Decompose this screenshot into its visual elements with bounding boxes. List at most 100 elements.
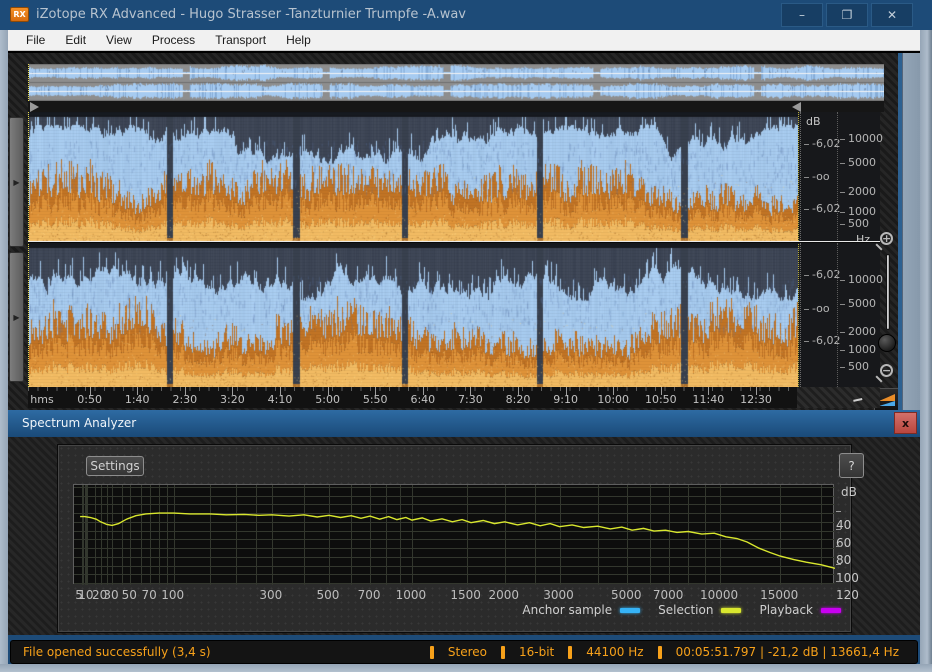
time-tick-label: 3:20 — [220, 393, 245, 406]
zoom-out-icon[interactable]: − — [880, 364, 893, 377]
window-frame-bottom — [0, 664, 932, 672]
spectrum-y-tick-label: 120 — [836, 574, 859, 602]
db-tick-label: -6,02 — [804, 268, 840, 281]
legend-item: Selection — [658, 603, 741, 617]
scales-channel-right[interactable]: -6,02-oo-6,02 10000500020001000500 — [800, 243, 880, 387]
maximize-button[interactable]: ❐ — [826, 3, 868, 27]
menu-item-transport[interactable]: Transport — [205, 31, 276, 49]
window-frame-left — [0, 30, 8, 672]
spectrum-x-tick-label: 1500 — [450, 588, 481, 602]
freq-tick-label: 500 — [840, 360, 869, 373]
settings-button[interactable]: Settings — [86, 456, 144, 476]
spectrum-plot — [73, 484, 834, 584]
spectrum-x-tick-label: 300 — [259, 588, 282, 602]
marker-row[interactable] — [28, 101, 884, 112]
spectrum-legend: Anchor sample Selection Playback — [522, 603, 841, 617]
menu-item-view[interactable]: View — [96, 31, 142, 49]
freq-tick-label: 5000 — [840, 156, 876, 169]
channel-tab-left[interactable]: ▶ — [9, 117, 24, 247]
channel-tab-right[interactable]: ▶ — [9, 252, 24, 382]
legend-label: Playback — [759, 603, 813, 617]
legend-item: Anchor sample — [522, 603, 640, 617]
spectrum-analyzer-body: Settings ? dB 406080100120 5102030507010… — [8, 437, 920, 635]
legend-item: Playback — [759, 603, 841, 617]
spectrum-x-tick-label: 700 — [358, 588, 381, 602]
legend-swatch — [821, 608, 841, 613]
time-ruler[interactable]: hms0:501:402:303:204:105:005:506:407:308… — [28, 387, 797, 408]
play-marker-icon[interactable] — [30, 102, 39, 112]
db-tick-label: -oo — [804, 302, 830, 315]
editor-scrollbar[interactable] — [902, 53, 920, 412]
menu-item-help[interactable]: Help — [276, 31, 321, 49]
spectrum-x-tick-label: 7000 — [653, 588, 684, 602]
channel-divider — [28, 241, 880, 242]
db-tick-label: -6,02 — [804, 137, 840, 150]
db-tick-label: -6,02 — [804, 202, 840, 215]
ruler-end-area — [797, 387, 880, 408]
spectrum-analyzer-close-button[interactable]: x — [894, 412, 917, 434]
zoom-slider-knob[interactable] — [878, 334, 896, 352]
freq-tick-label: 2000 — [840, 325, 876, 338]
db-scale-left[interactable]: -6,02 -oo -6,02 — [801, 112, 837, 242]
spectrum-x-tick-label: 100 — [161, 588, 184, 602]
status-separator — [501, 646, 505, 659]
status-field: 00:05:51.797 | -21,2 dB | 13661,4 Hz — [676, 645, 899, 659]
app-icon: RX — [10, 7, 29, 22]
time-tick-label: 5:50 — [363, 393, 388, 406]
spectrum-curve — [80, 513, 835, 568]
db-tick-label: -oo — [804, 170, 830, 183]
spectrum-x-tick-label: 30 — [103, 588, 118, 602]
legend-swatch — [620, 608, 640, 613]
spectrogram-blend-icon — [878, 393, 896, 407]
spectrogram[interactable] — [28, 112, 799, 387]
time-tick-label: 0:50 — [77, 393, 102, 406]
spectrum-x-tick-label: 2000 — [488, 588, 519, 602]
legend-label: Anchor sample — [522, 603, 612, 617]
spectrum-x-tick-label: 15000 — [760, 588, 798, 602]
client-area: ▶ ▶ -6,02 -oo -6,02 10000 5000 2000 1000 500 -… — [8, 51, 920, 664]
editor: ▶ ▶ -6,02-oo-6,02 10000500020001000500 -… — [8, 51, 920, 410]
minimize-button[interactable]: – — [781, 3, 823, 27]
time-tick-label: 9:10 — [553, 393, 578, 406]
status-bar: File opened successfully (3,4 s) Stereo1… — [10, 640, 918, 664]
window-frame-right — [920, 30, 932, 672]
zoom-slider[interactable] — [886, 254, 890, 330]
zoom-in-icon[interactable]: + — [880, 232, 893, 245]
freq-tick-label: 1000 — [840, 343, 876, 356]
time-tick-label: 8:20 — [506, 393, 531, 406]
spectrum-y-axis-title: dB — [841, 485, 857, 499]
menu-item-file[interactable]: File — [16, 31, 55, 49]
spectrum-analyzer-window: Spectrum Analyzer x Settings ? dB 406080… — [8, 410, 920, 635]
resize-grip-icon — [853, 395, 863, 402]
status-field: 16-bit — [519, 645, 554, 659]
menu-item-edit[interactable]: Edit — [55, 31, 96, 49]
status-field: Stereo — [448, 645, 487, 659]
freq-tick-label: 500 — [840, 217, 869, 230]
db-tick-label: -6,02 — [804, 334, 840, 347]
title-bar: RX iZotope RX Advanced - Hugo Strasser -… — [0, 0, 932, 30]
help-button[interactable]: ? — [839, 453, 864, 478]
time-unit-label: hms — [30, 393, 53, 406]
spectrum-x-tick-label: 10000 — [700, 588, 738, 602]
spectrum-analyzer-titlebar[interactable]: Spectrum Analyzer x — [8, 410, 920, 437]
db-axis-title: dB — [806, 115, 821, 128]
waveform-overview[interactable] — [28, 64, 884, 101]
spectrum-analyzer-panel: Settings ? dB 406080100120 5102030507010… — [57, 444, 852, 633]
menu-bar: FileEditViewProcessTransportHelp — [8, 30, 920, 51]
status-separator — [568, 646, 572, 659]
status-fields: Stereo16-bit44100 Hz00:05:51.797 | -21,2… — [430, 645, 917, 659]
legend-swatch — [721, 608, 741, 613]
end-marker-icon — [792, 102, 801, 112]
spectrum-x-tick-label: 70 — [141, 588, 156, 602]
spectrum-x-tick-label: 500 — [316, 588, 339, 602]
spectrum-plot-svg — [74, 485, 835, 585]
menu-item-process[interactable]: Process — [142, 31, 205, 49]
window-title: iZotope RX Advanced - Hugo Strasser -Tan… — [36, 7, 466, 22]
freq-tick-label: 2000 — [840, 185, 876, 198]
db-scale-right[interactable]: -6,02 -oo -6,02 — [801, 243, 837, 387]
close-button[interactable]: ✕ — [871, 3, 913, 27]
time-tick-label: 11:40 — [693, 393, 725, 406]
status-separator — [430, 646, 434, 659]
scales-channel-left[interactable]: -6,02-oo-6,02 10000500020001000500 — [800, 112, 880, 242]
time-tick-label: 4:10 — [268, 393, 293, 406]
